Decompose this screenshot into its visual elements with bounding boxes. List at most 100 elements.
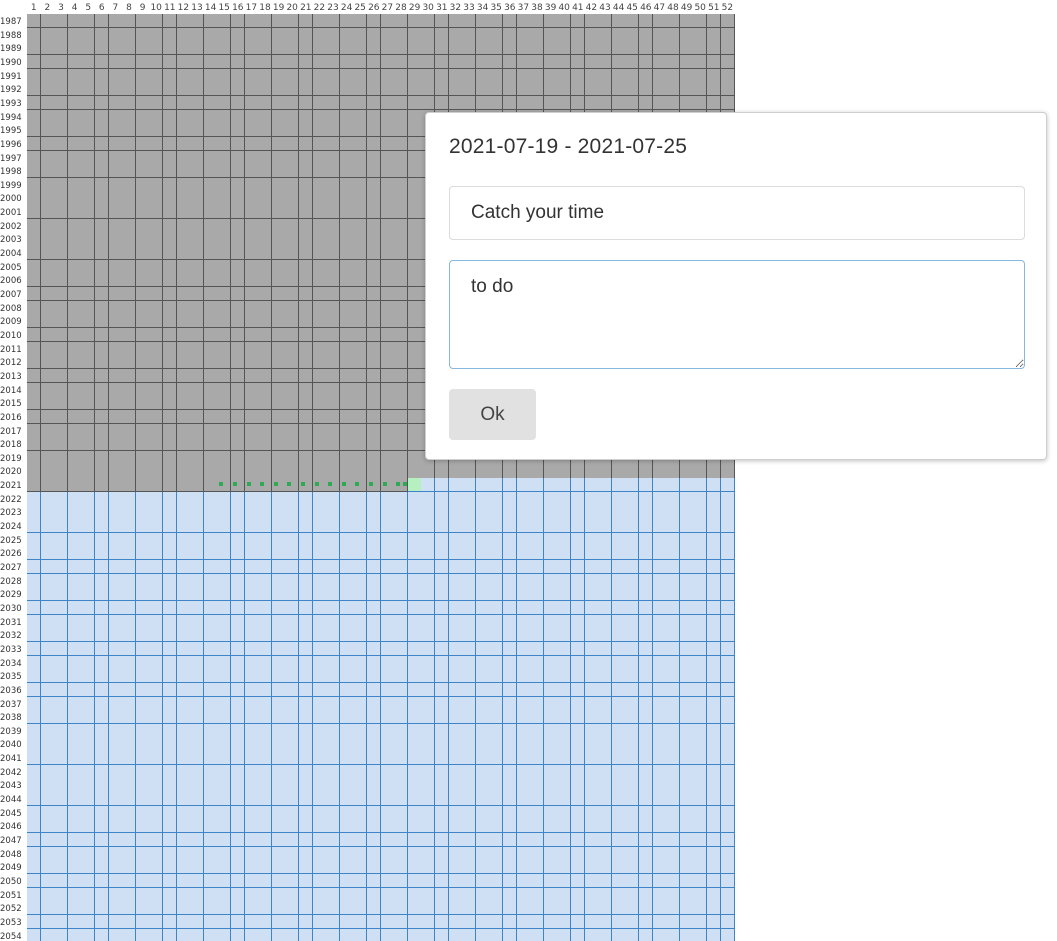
week-cell[interactable] [448,805,463,820]
week-cell[interactable] [27,805,42,820]
week-cell[interactable] [693,641,708,657]
week-cell[interactable] [503,600,518,616]
week-cell[interactable] [407,792,422,807]
week-cell[interactable] [67,464,82,479]
week-cell[interactable] [271,669,286,684]
week-cell[interactable] [666,901,681,916]
week-cell[interactable] [312,723,327,738]
week-cell[interactable] [639,914,654,930]
week-cell[interactable] [353,587,368,602]
week-cell[interactable] [258,696,273,711]
week-cell[interactable] [122,751,137,766]
week-cell[interactable] [176,764,191,779]
week-cell[interactable] [95,792,110,807]
week-cell[interactable] [258,300,273,315]
week-cell[interactable] [693,901,708,916]
week-cell[interactable] [557,532,572,547]
week-cell[interactable] [489,614,504,629]
week-cell[interactable] [407,928,422,941]
week-cell[interactable] [557,628,572,643]
week-cell[interactable] [217,833,232,848]
week-cell[interactable] [244,928,259,941]
week-cell[interactable] [190,669,205,684]
week-cell[interactable] [258,437,273,452]
week-cell[interactable] [81,327,96,343]
week-cell[interactable] [135,246,150,261]
week-cell[interactable] [353,355,368,370]
week-cell[interactable] [190,287,205,302]
week-cell[interactable] [95,396,110,411]
week-cell[interactable] [40,655,55,670]
week-cell[interactable] [67,273,82,288]
week-cell[interactable] [81,246,96,261]
week-cell[interactable] [231,164,246,179]
week-cell[interactable] [503,491,518,506]
week-cell[interactable] [81,150,96,165]
week-cell[interactable] [27,792,42,807]
week-cell[interactable] [135,273,150,288]
week-cell[interactable] [394,819,409,834]
week-cell[interactable] [543,751,558,766]
week-cell[interactable] [353,14,368,29]
week-cell[interactable] [95,723,110,738]
week-cell[interactable] [149,901,164,916]
week-cell[interactable] [81,273,96,288]
week-cell[interactable] [435,54,450,70]
week-cell[interactable] [380,191,395,206]
week-cell[interactable] [639,573,654,588]
week-cell[interactable] [40,546,55,561]
week-cell[interactable] [54,437,69,452]
week-cell[interactable] [95,587,110,602]
week-cell[interactable] [326,928,341,941]
week-cell[interactable] [81,887,96,902]
week-cell[interactable] [81,423,96,438]
week-cell[interactable] [475,641,490,657]
week-cell[interactable] [217,123,232,138]
week-cell[interactable] [707,669,722,684]
week-cell[interactable] [571,14,586,29]
week-cell[interactable] [244,41,259,56]
week-cell[interactable] [299,641,314,657]
week-cell[interactable] [571,833,586,848]
week-cell[interactable] [299,792,314,807]
week-cell[interactable] [475,519,490,534]
week-cell[interactable] [40,628,55,643]
week-cell[interactable] [176,873,191,889]
week-cell[interactable] [108,396,123,411]
week-cell[interactable] [81,478,96,493]
week-cell[interactable] [67,914,82,930]
week-cell[interactable] [54,833,69,848]
week-cell[interactable] [285,341,300,356]
week-cell[interactable] [258,259,273,274]
week-cell[interactable] [394,600,409,616]
week-cell[interactable] [503,723,518,738]
week-cell[interactable] [285,123,300,138]
week-cell[interactable] [122,737,137,752]
week-cell[interactable] [27,901,42,916]
week-cell[interactable] [339,450,354,465]
week-cell[interactable] [271,614,286,629]
week-cell[interactable] [557,669,572,684]
week-cell[interactable] [135,205,150,220]
week-cell[interactable] [326,710,341,725]
week-cell[interactable] [312,259,327,274]
week-cell[interactable] [679,873,694,889]
week-cell[interactable] [54,478,69,493]
week-cell[interactable] [666,95,681,111]
week-cell[interactable] [693,68,708,83]
week-cell[interactable] [339,573,354,588]
week-cell[interactable] [462,833,477,848]
week-cell[interactable] [244,382,259,397]
week-cell[interactable] [407,14,422,29]
week-cell[interactable] [584,860,599,875]
week-cell[interactable] [244,68,259,83]
week-cell[interactable] [380,437,395,452]
week-cell[interactable] [27,164,42,179]
week-cell[interactable] [176,164,191,179]
week-cell[interactable] [557,600,572,616]
week-cell[interactable] [54,191,69,206]
week-cell[interactable] [271,723,286,738]
week-cell[interactable] [503,846,518,861]
week-cell[interactable] [367,109,382,124]
week-cell[interactable] [285,164,300,179]
